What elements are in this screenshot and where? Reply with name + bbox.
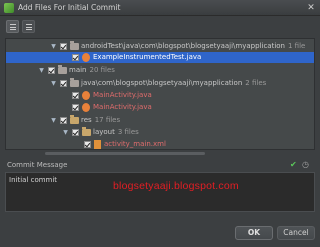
directory-icon xyxy=(10,24,16,30)
cancel-button[interactable]: Cancel xyxy=(277,226,315,240)
tree-row-count: 2 files xyxy=(245,79,267,87)
tree-row-filename: MainActivity.java xyxy=(93,103,152,111)
tree-row-filename: activity_main.xml xyxy=(104,140,166,148)
collapse-arrow-icon[interactable]: ▼ xyxy=(50,115,57,126)
tree-row-res[interactable]: ▼ res 17 files xyxy=(6,115,314,126)
tree-row-path: androidTest\java\com\blogspot\blogsetyaa… xyxy=(81,42,285,50)
tree-row-path: main xyxy=(69,66,87,74)
tree-row-count: 3 files xyxy=(117,128,139,136)
xml-file-icon xyxy=(94,140,101,149)
tree-row-filename: MainActivity.java xyxy=(93,91,152,99)
group-by-directory-button[interactable] xyxy=(6,20,19,33)
tree-row-androidtest[interactable]: ▼ androidTest\java\com\blogspot\blogsety… xyxy=(6,41,314,52)
scrollbar-thumb[interactable] xyxy=(45,152,205,155)
tree-row-count: 17 files xyxy=(94,116,121,124)
collapse-arrow-icon[interactable]: ▼ xyxy=(62,127,69,138)
checkbox[interactable] xyxy=(72,54,79,61)
android-studio-icon xyxy=(4,3,14,13)
dialog-title: Add Files For Initial Commit xyxy=(18,3,121,12)
commit-message-label: Commit Message xyxy=(7,161,68,169)
folder-icon xyxy=(70,78,79,87)
checkbox[interactable] xyxy=(72,129,79,136)
tree-row-path: layout xyxy=(93,128,115,136)
horizontal-scrollbar[interactable] xyxy=(5,151,315,156)
toolbar xyxy=(0,20,320,34)
tree-row-mainactivity-2[interactable]: MainActivity.java xyxy=(6,102,314,113)
tree-row-mainactivity-1[interactable]: MainActivity.java xyxy=(6,90,314,101)
collapse-arrow-icon[interactable]: ▼ xyxy=(50,78,57,89)
history-icon[interactable]: ◷ xyxy=(302,160,311,169)
tree-row-layout[interactable]: ▼ layout 3 files xyxy=(6,127,314,138)
tree-row-filename: ExampleInstrumentedTest.java xyxy=(93,53,202,61)
folder-icon xyxy=(58,65,67,74)
expand-all-button[interactable] xyxy=(22,20,35,33)
checkbox[interactable] xyxy=(72,92,79,99)
commit-message-header: Commit Message ✔ ◷ xyxy=(5,159,315,171)
checkbox[interactable] xyxy=(60,80,67,87)
commit-message-text: Initial commit xyxy=(9,176,58,184)
expand-icon xyxy=(26,24,32,30)
checkbox[interactable] xyxy=(48,67,55,74)
java-file-icon xyxy=(82,103,90,112)
folder-icon xyxy=(70,41,79,50)
tree-row-java-package[interactable]: ▼ java\com\blogspot\blogsetyaaji\myappli… xyxy=(6,78,314,89)
spellcheck-icon[interactable]: ✔ xyxy=(290,160,299,169)
tree-row-path: res xyxy=(81,116,92,124)
tree-row-main[interactable]: ▼ main 20 files xyxy=(6,65,314,76)
title-bar: Add Files For Initial Commit ✕ xyxy=(0,0,320,16)
java-file-icon xyxy=(82,91,90,100)
tree-row-path: java\com\blogspot\blogsetyaaji\myapplica… xyxy=(81,79,243,87)
checkbox[interactable] xyxy=(72,104,79,111)
commit-message-field[interactable]: Initial commit blogsetyaaji.blogspot.com xyxy=(5,172,315,212)
res-folder-icon xyxy=(70,115,79,124)
tree-row-activity-main-xml[interactable]: activity_main.xml xyxy=(6,139,314,149)
close-icon[interactable]: ✕ xyxy=(306,3,316,13)
collapse-arrow-icon[interactable]: ▼ xyxy=(50,41,57,52)
ok-button[interactable]: OK xyxy=(235,226,273,240)
file-tree: ▼ androidTest\java\com\blogspot\blogsety… xyxy=(5,38,315,150)
collapse-arrow-icon[interactable]: ▼ xyxy=(38,65,45,76)
checkbox[interactable] xyxy=(84,141,91,148)
tree-row-count: 20 files xyxy=(89,66,115,74)
checkbox[interactable] xyxy=(60,43,67,50)
res-folder-icon xyxy=(82,127,91,136)
tree-row-count: 1 file xyxy=(288,42,306,50)
checkbox[interactable] xyxy=(60,117,67,124)
watermark-text: blogsetyaaji.blogspot.com xyxy=(113,180,239,192)
tree-row-exampleinstrumentedtest[interactable]: ExampleInstrumentedTest.java xyxy=(6,52,314,63)
java-file-icon xyxy=(82,53,90,62)
